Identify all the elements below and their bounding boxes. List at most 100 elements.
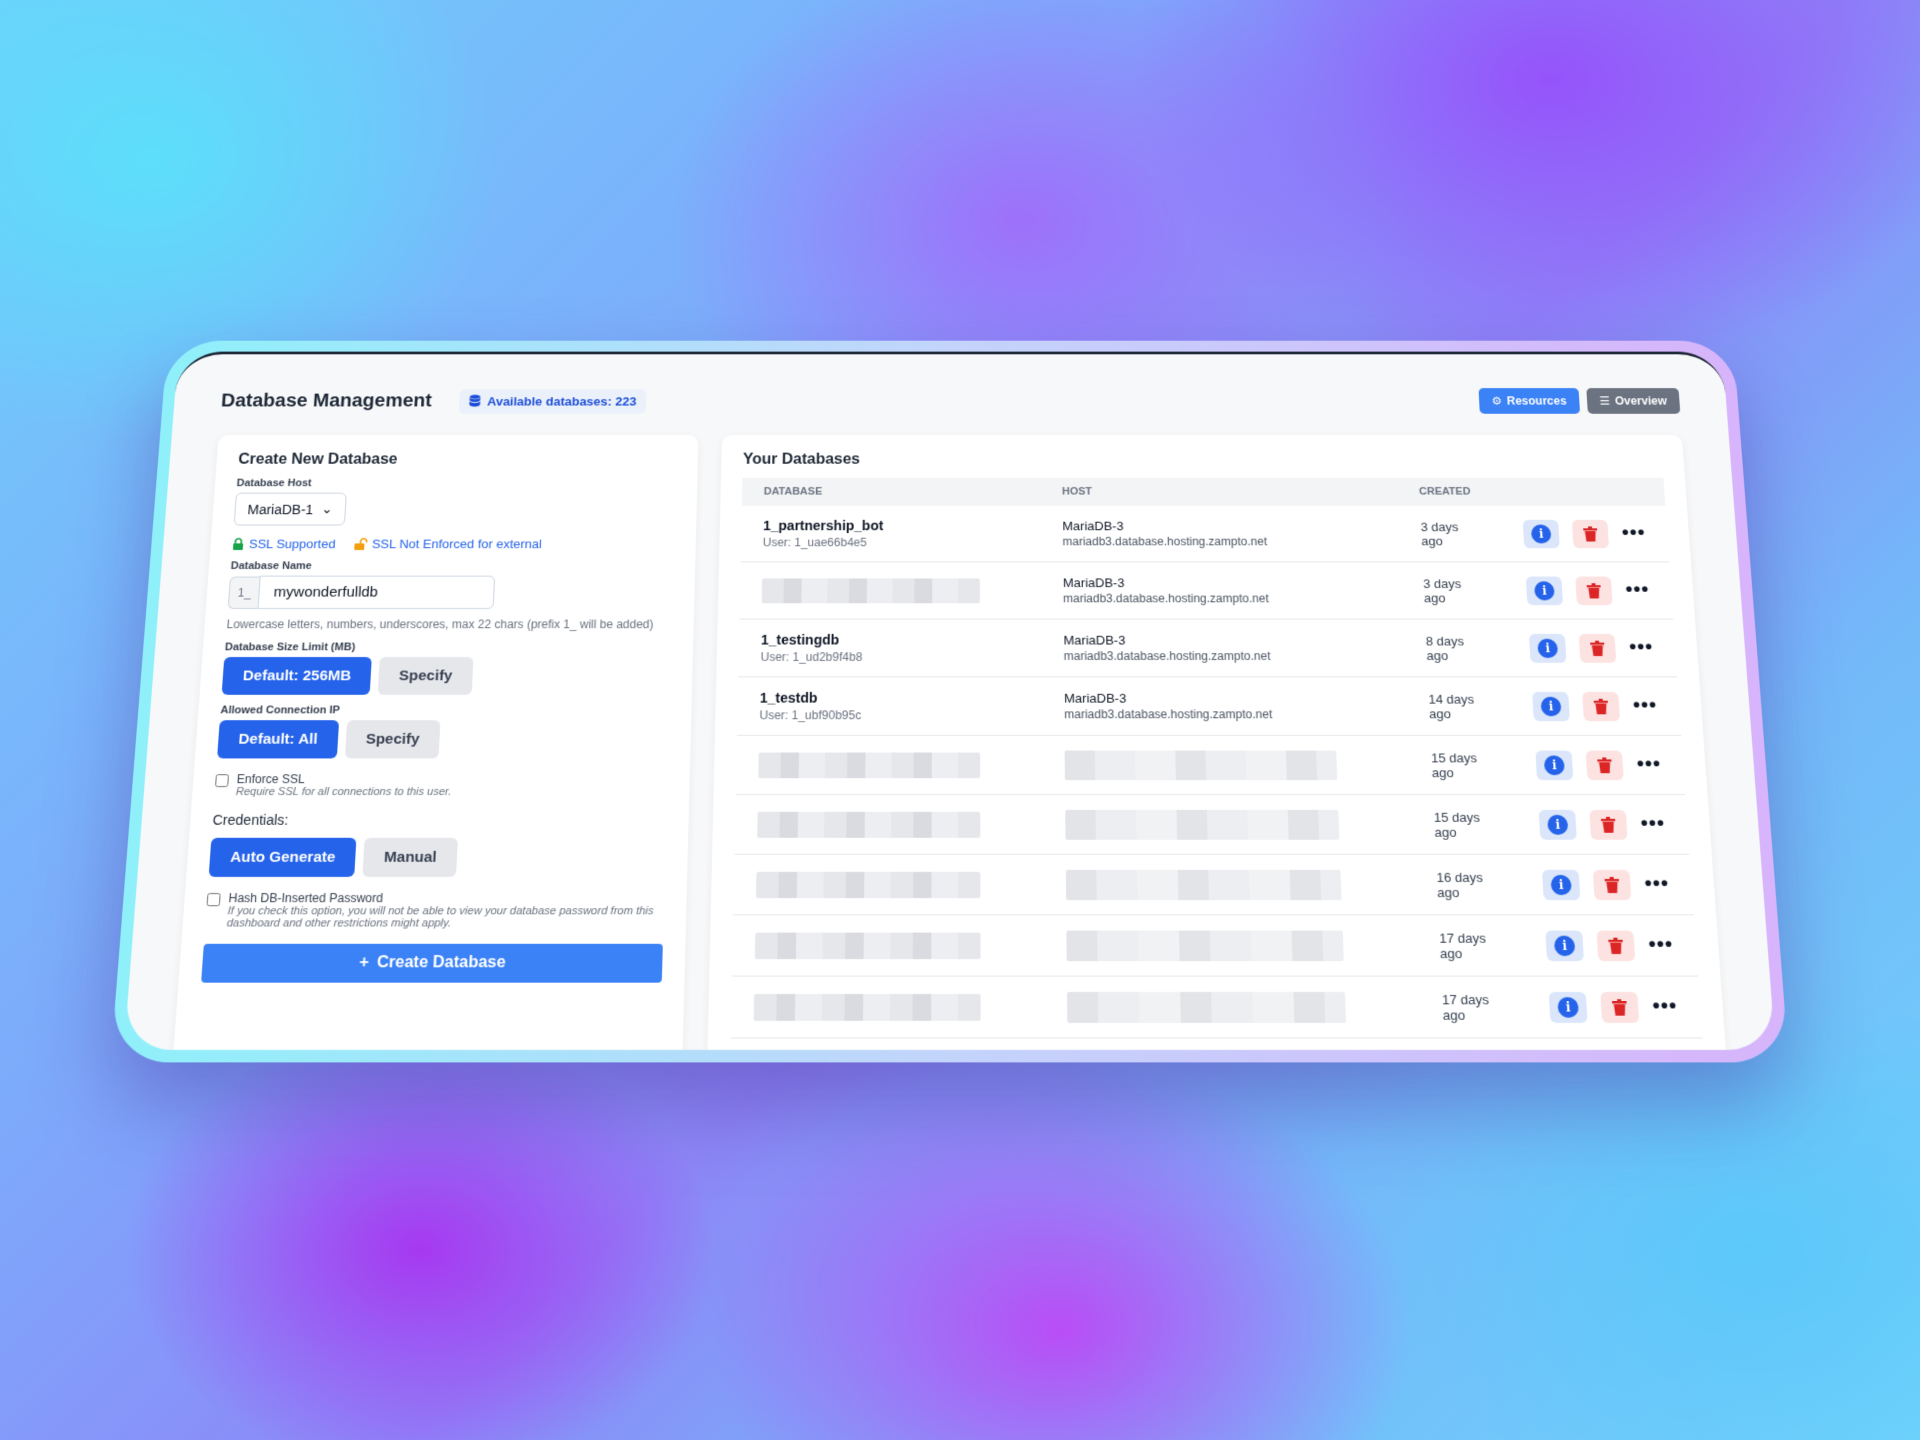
plus-icon: + — [358, 954, 370, 972]
ssl-not-enforced-text: SSL Not Enforced for external — [371, 536, 543, 551]
delete-button[interactable] — [1571, 519, 1610, 548]
cell-actions: i ••• — [1500, 505, 1670, 562]
cell-created: 15 days ago — [1407, 735, 1516, 795]
auto-generate-button[interactable]: Auto Generate — [208, 837, 357, 877]
info-button[interactable]: i — [1532, 691, 1570, 721]
info-button[interactable]: i — [1522, 519, 1560, 548]
host-name: MariaDB-3 — [1064, 690, 1127, 706]
delete-button[interactable] — [1575, 576, 1613, 605]
delete-button[interactable] — [1589, 809, 1628, 840]
ellipsis-icon[interactable]: ••• — [1621, 523, 1646, 545]
redacted-database-name — [755, 871, 981, 898]
info-button[interactable]: i — [1535, 750, 1574, 780]
info-button[interactable]: i — [1548, 991, 1588, 1023]
name-field: 1_ — [227, 575, 673, 609]
size-specify-button[interactable]: Specify — [378, 657, 474, 695]
cell-host — [1043, 914, 1419, 977]
credentials-label: Credentials: — [212, 811, 289, 828]
ellipsis-icon[interactable]: ••• — [1640, 813, 1666, 836]
info-button[interactable]: i — [1538, 809, 1577, 840]
create-database-panel: Create New Database Database Host MariaD… — [172, 435, 699, 1050]
size-default-button[interactable]: Default: 256MB — [221, 657, 373, 695]
hash-password-checkbox[interactable] — [206, 893, 221, 907]
ip-default-button[interactable]: Default: All — [217, 720, 339, 759]
ellipsis-icon[interactable]: ••• — [1625, 579, 1650, 601]
cell-created: 15 days ago — [1410, 794, 1519, 855]
info-icon: i — [1550, 874, 1572, 895]
column-host: HOST — [1040, 477, 1399, 506]
ellipsis-icon[interactable]: ••• — [1632, 695, 1658, 717]
cell-host: MariaDB-3 mariadb3.database.hosting.zampt… — [1041, 676, 1408, 736]
overview-button[interactable]: ☰ Overview — [1586, 388, 1681, 414]
available-badge: Available databases: 223 — [458, 388, 647, 414]
cell-database: 1_testdb User: 1_ubf90b95c — [737, 676, 1043, 736]
unlock-icon — [353, 538, 368, 551]
ip-specify-button[interactable]: Specify — [344, 720, 441, 759]
cell-actions: i ••• — [1512, 735, 1686, 795]
trash-icon — [1600, 816, 1616, 833]
info-icon: i — [1533, 580, 1555, 600]
table-row: 1_testdb User: 1_ubf90b95c MariaDB-3 mariad… — [737, 676, 1682, 736]
column-created: CREATED — [1396, 477, 1501, 506]
resources-label: Resources — [1506, 394, 1567, 408]
cell-host: MariaDB-3 mariadb3.database.hosting.zampt… — [1040, 505, 1401, 562]
background: Database Management Available databases:… — [0, 0, 1920, 1440]
delete-button[interactable] — [1592, 869, 1632, 900]
cell-created: 3 days ago — [1398, 505, 1504, 562]
databases-table: DATABASE HOST CREATED 1_partnership_bot U… — [730, 477, 1703, 1039]
info-icon: i — [1557, 996, 1579, 1018]
host-label: Database Host — [236, 477, 312, 489]
trash-icon — [1597, 756, 1612, 773]
create-database-button[interactable]: + Create Database — [201, 943, 663, 983]
manual-button[interactable]: Manual — [362, 837, 458, 877]
name-label: Database Name — [230, 560, 313, 572]
header: Database Management Available databases:… — [173, 354, 1728, 422]
cell-database — [733, 854, 1044, 915]
delete-button[interactable] — [1600, 991, 1640, 1023]
delete-button[interactable] — [1596, 930, 1636, 961]
cell-created: 17 days ago — [1415, 914, 1526, 977]
table-row: 15 days ago i ••• — [734, 794, 1690, 855]
redacted-database-name — [758, 752, 981, 778]
cell-created: 17 days ago — [1418, 976, 1529, 1038]
host-domain: mariadb3.database.hosting.zampto.net — [1064, 707, 1273, 722]
info-icon: i — [1530, 524, 1552, 543]
info-button[interactable]: i — [1541, 869, 1581, 900]
cell-database — [739, 561, 1042, 620]
delete-button[interactable] — [1585, 750, 1624, 780]
hash-password-row: Hash DB-Inserted Password If you check t… — [205, 891, 664, 930]
ellipsis-icon[interactable]: ••• — [1648, 934, 1674, 957]
host-select[interactable]: MariaDB-1 ⌄ — [233, 492, 347, 526]
ssl-supported-text: SSL Supported — [248, 536, 337, 551]
table-row: 1_testingdb User: 1_ud2b9f4b8 MariaDB-3 mar… — [738, 619, 1678, 677]
host-name: MariaDB-3 — [1062, 575, 1125, 590]
cell-actions: i ••• — [1521, 914, 1698, 977]
list-icon: ☰ — [1599, 394, 1611, 408]
database-name-input[interactable] — [257, 575, 496, 609]
trash-icon — [1608, 937, 1623, 954]
delete-button[interactable] — [1582, 691, 1620, 721]
trash-icon — [1590, 640, 1605, 656]
delete-button[interactable] — [1578, 633, 1617, 663]
cell-created: 14 days ago — [1405, 676, 1513, 736]
ellipsis-icon[interactable]: ••• — [1636, 754, 1662, 777]
ellipsis-icon[interactable]: ••• — [1652, 995, 1678, 1019]
redacted-host — [1065, 809, 1340, 840]
cell-actions: i ••• — [1518, 854, 1694, 915]
host-domain: mariadb3.database.hosting.zampto.net — [1063, 649, 1271, 663]
redacted-database-name — [754, 932, 981, 959]
hash-password-hint: If you check this option, you will not b… — [226, 905, 654, 930]
cell-database — [734, 794, 1044, 855]
info-button[interactable]: i — [1545, 930, 1584, 961]
info-button[interactable]: i — [1528, 633, 1567, 663]
info-button[interactable]: i — [1525, 576, 1564, 605]
cell-actions: i ••• — [1515, 794, 1690, 855]
ellipsis-icon[interactable]: ••• — [1629, 637, 1654, 659]
size-label: Database Size Limit (MB) — [224, 641, 356, 654]
resources-button[interactable]: ⚙ Resources — [1478, 388, 1580, 414]
ellipsis-icon[interactable]: ••• — [1644, 873, 1670, 896]
host-name: MariaDB-3 — [1063, 632, 1126, 648]
database-user: User: 1_uae66b4e5 — [762, 535, 867, 550]
trash-icon — [1586, 582, 1601, 599]
enforce-ssl-checkbox[interactable] — [215, 774, 230, 788]
